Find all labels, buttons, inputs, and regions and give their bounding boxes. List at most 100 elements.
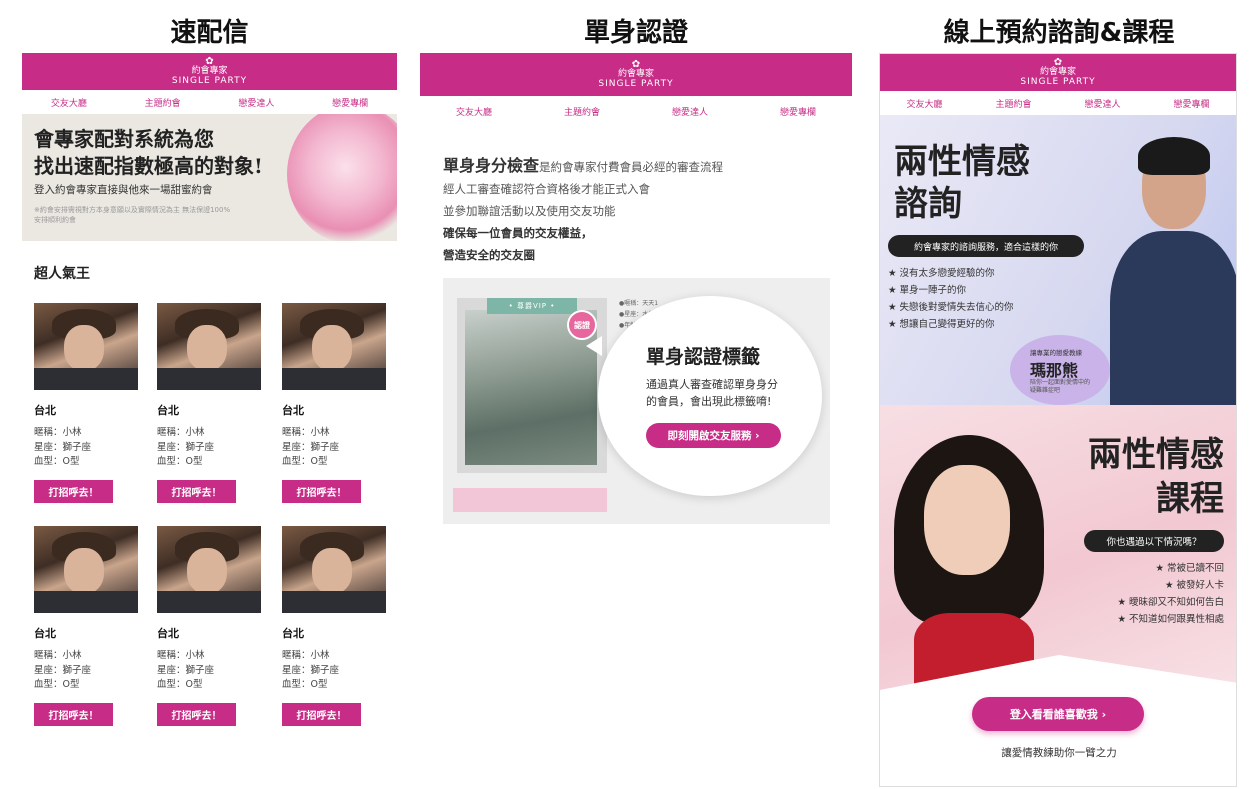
profile-blood: 血型：O型 (282, 456, 328, 467)
profile-photo[interactable] (282, 303, 386, 390)
consult-list-item: ★ 想讓自己變得更好的你 (888, 319, 995, 330)
verify-tag-bubble: 單身認證標籤 通過真人審查確認單身身分 的會員，會出現此標籤唷! 即刻開啟交友服… (586, 296, 822, 496)
profile-city: 台北 (282, 404, 304, 417)
meta-nickname: ●暱稱：天天1 (619, 300, 659, 307)
greet-button[interactable]: 打招呼去！ (34, 479, 113, 503)
nav-item-love-column[interactable]: 戀愛專欄 (1173, 97, 1209, 110)
profile-sign: 星座：獅子座 (157, 664, 215, 676)
profile-photo[interactable] (157, 303, 261, 390)
profile-city: 台北 (34, 404, 56, 417)
greet-button[interactable]: 打招呼去！ (157, 479, 236, 503)
profile-nickname: 暱稱：小林 (157, 650, 205, 661)
intro-line-2: 經人工審查確認符合資格後才能正式入會 (443, 182, 650, 196)
woman-photo (894, 435, 1044, 703)
profile-city: 台北 (157, 627, 179, 640)
action-bar (453, 488, 607, 512)
profile-sign: 星座：獅子座 (282, 441, 340, 453)
profile-card: 台北 暱稱：小林 星座：獅子座 血型：O型 打招呼去！ (157, 303, 262, 503)
nav-item-lobby[interactable]: 交友大廳 (456, 105, 492, 118)
bubble-title: 單身認證標籤 (646, 346, 761, 368)
greet-button[interactable]: 打招呼去！ (282, 479, 361, 503)
hero-note: ※約會安排需視對方本身意願以及實際情況為主 無法保證100%安排順利約會 (34, 206, 231, 224)
profile-photo[interactable] (157, 526, 261, 613)
hero-subtitle: 登入約會專家直接與他來一場甜蜜約會 (34, 184, 213, 196)
profile-nickname: 暱稱：小林 (34, 650, 82, 661)
greet-button[interactable]: 打招呼去！ (157, 702, 236, 726)
profile-card: 台北 暱稱：小林 星座：獅子座 血型：O型 打招呼去！ (282, 303, 387, 503)
start-service-button[interactable]: 即刻開啟交友服務 › (646, 423, 781, 448)
hero-title: 會專家配對系統為您 找出速配指數極高的對象! (34, 126, 263, 180)
course-list: ★ 常被已讀不回 ★ 被發好人卡 ★ 曖昧卻又不知如何告白 ★ 不知道如何跟異性… (1117, 560, 1224, 628)
profile-info: 暱稱：小林 星座：獅子座 血型：O型 (34, 649, 139, 693)
email-header: ✿ 約會專家 SINGLE PARTY (22, 53, 397, 90)
nav-item-love-column[interactable]: 戀愛專欄 (780, 105, 816, 118)
hero-line-2: 找出速配指數極高的對象! (34, 154, 263, 178)
intro-line-3: 並參加聯誼活動以及使用交友功能 (443, 204, 616, 218)
nav-item-love-column[interactable]: 戀愛專欄 (332, 96, 368, 109)
profile-info: 暱稱：小林 星座：獅子座 血型：O型 (282, 426, 387, 470)
bubble-tail (586, 336, 602, 356)
course-list-item: ★ 曖昧卻又不知如何告白 (1117, 597, 1224, 608)
profile-blood: 血型：O型 (157, 456, 203, 467)
profile-blood: 血型：O型 (157, 679, 203, 690)
course-title-line-1: 兩性情感 (1088, 435, 1224, 475)
profile-city: 台北 (157, 404, 179, 417)
consult-banner: 兩性情感 諮詢 約會專家的諮詢服務，適合這樣的你 ★ 沒有太多戀愛經驗的你 ★ … (880, 115, 1236, 405)
nav-item-love-expert[interactable]: 戀愛達人 (672, 105, 708, 118)
profile-card: 台北 暱稱：小林 星座：獅子座 血型：O型 打招呼去！ (34, 303, 139, 503)
profile-info: 暱稱：小林 星座：獅子座 血型：O型 (34, 426, 139, 470)
column-title-quick-match: 速配信 (170, 18, 249, 48)
hero-line-1: 會專家配對系統為您 (34, 127, 214, 151)
intro-text: 單身身分檢查是約會專家付費會員必經的審查流程 經人工審查確認符合資格後才能正式入… (443, 155, 723, 266)
consult-list: ★ 沒有太多戀愛經驗的你 ★ 單身一陣子的你 ★ 失戀後對愛情失去信心的你 ★ … (888, 265, 1014, 333)
greet-button[interactable]: 打招呼去！ (34, 702, 113, 726)
intro-highlight: 單身身分檢查 (443, 156, 540, 175)
profile-nickname: 暱稱：小林 (157, 427, 205, 438)
profile-photo[interactable] (34, 526, 138, 613)
panel-quick-match: ✿ 約會專家 SINGLE PARTY 交友大廳 主題約會 戀愛達人 戀愛專欄 … (22, 53, 397, 743)
profile-city: 台北 (282, 627, 304, 640)
coach-label: 讓專業的戀愛教練 (1030, 349, 1082, 357)
brand-en: SINGLE PARTY (598, 78, 674, 89)
profile-photo[interactable] (282, 526, 386, 613)
coach-badge: 讓專業的戀愛教練 瑪那熊 陪你一起面對愛情中的疑難雜症吧 (1010, 335, 1110, 405)
profile-photo[interactable] (34, 303, 138, 390)
greet-button[interactable]: 打招呼去！ (282, 702, 361, 726)
consult-title-line-1: 兩性情感 (894, 142, 1030, 182)
nav-item-lobby[interactable]: 交友大廳 (51, 96, 87, 109)
rose-image (287, 114, 397, 241)
nav-item-love-expert[interactable]: 戀愛達人 (238, 96, 274, 109)
profile-info: 暱稱：小林 星座：獅子座 血型：O型 (282, 649, 387, 693)
consult-list-item: ★ 失戀後對愛情失去信心的你 (888, 302, 1014, 313)
consult-title: 兩性情感 諮詢 (894, 141, 1030, 225)
profile-blood: 血型：O型 (282, 679, 328, 690)
course-list-item: ★ 常被已讀不回 (1155, 563, 1224, 574)
course-pill: 你也遇過以下情況嗎？ (1084, 530, 1224, 552)
intro-rest: 是約會專家付費會員必經的審查流程 (539, 160, 724, 174)
profile-card: 台北 暱稱：小林 星座：獅子座 血型：O型 打招呼去！ (34, 526, 139, 726)
column-title-single-verify: 單身認證 (583, 18, 688, 48)
vip-ribbon: • 尊爵VIP • (487, 298, 577, 314)
consult-pill: 約會專家的諮詢服務，適合這樣的你 (888, 235, 1084, 257)
email-header: ✿ 約會專家 SINGLE PARTY (880, 54, 1236, 91)
bubble-desc-1: 通過真人審查確認單身身分 (646, 378, 778, 391)
nav-item-lobby[interactable]: 交友大廳 (906, 97, 942, 110)
section-title: 超人氣王 (34, 266, 90, 282)
profile-nickname: 暱稱：小林 (34, 427, 82, 438)
profile-card: 台北 暱稱：小林 星座：獅子座 血型：O型 打招呼去！ (282, 526, 387, 726)
profile-info: 暱稱：小林 星座：獅子座 血型：O型 (157, 426, 262, 470)
consult-list-item: ★ 單身一陣子的你 (888, 285, 967, 296)
profile-nickname: 暱稱：小林 (282, 650, 330, 661)
email-nav: 交友大廳 主題約會 戀愛達人 戀愛專欄 (22, 90, 397, 114)
login-cta-button[interactable]: 登入看看誰喜歡我 › (972, 697, 1144, 731)
nav-item-theme-date[interactable]: 主題約會 (995, 97, 1031, 110)
nav-item-theme-date[interactable]: 主題約會 (145, 96, 181, 109)
course-banner: 兩性情感 課程 你也遇過以下情況嗎？ ★ 常被已讀不回 ★ 被發好人卡 ★ 曖昧… (880, 405, 1236, 786)
nav-item-love-expert[interactable]: 戀愛達人 (1084, 97, 1120, 110)
consult-list-item: ★ 沒有太多戀愛經驗的你 (888, 268, 995, 279)
course-title: 兩性情感 課程 (1088, 433, 1224, 521)
coach-note: 陪你一起面對愛情中的疑難雜症吧 (1030, 379, 1091, 394)
nav-item-theme-date[interactable]: 主題約會 (564, 105, 600, 118)
profile-blood: 血型：O型 (34, 456, 80, 467)
profile-info: 暱稱：小林 星座：獅子座 血型：O型 (157, 649, 262, 693)
